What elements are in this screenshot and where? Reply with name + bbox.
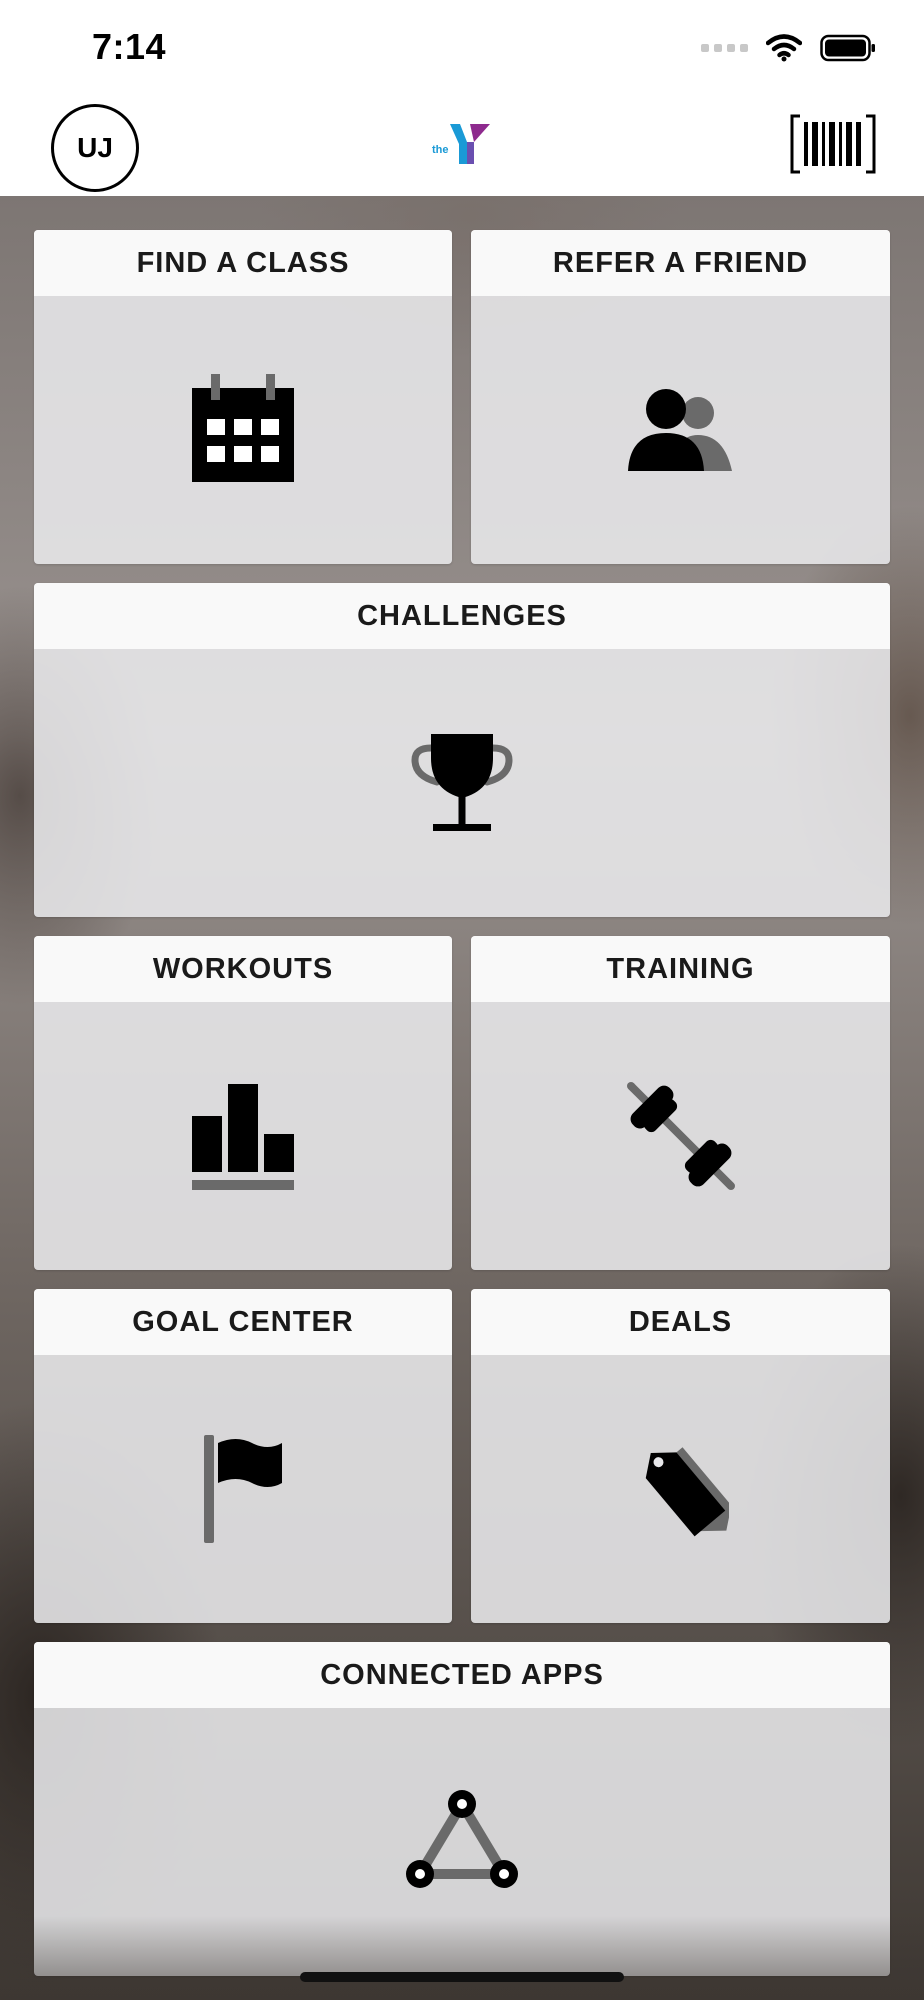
tile-title: FIND A CLASS bbox=[34, 230, 452, 296]
avatar[interactable]: UJ bbox=[51, 104, 139, 192]
deals-tile[interactable]: DEALS bbox=[471, 1289, 890, 1623]
status-time: 7:14 bbox=[92, 26, 167, 67]
status-icons bbox=[701, 34, 876, 62]
tile-title: REFER A FRIEND bbox=[471, 230, 890, 296]
calendar-icon bbox=[192, 374, 294, 482]
people-icon bbox=[627, 389, 732, 471]
status-bar: 7:14 bbox=[0, 0, 924, 100]
goal-center-tile[interactable]: GOAL CENTER bbox=[34, 1289, 452, 1623]
barcode-icon[interactable] bbox=[790, 112, 876, 176]
bar-chart-icon bbox=[192, 1084, 294, 1190]
wifi-icon bbox=[766, 34, 802, 62]
training-tile[interactable]: TRAINING bbox=[471, 936, 890, 1270]
tile-grid: FIND A CLASS REFER A FRIEND CHALLENGES W… bbox=[0, 196, 924, 2000]
cellular-signal-icon bbox=[701, 44, 748, 52]
tile-title: CONNECTED APPS bbox=[34, 1642, 890, 1708]
tile-title: WORKOUTS bbox=[34, 936, 452, 1002]
find-a-class-tile[interactable]: FIND A CLASS bbox=[34, 230, 452, 564]
app-header: UJ the bbox=[0, 100, 924, 196]
home-indicator[interactable] bbox=[300, 1972, 624, 1982]
challenges-tile[interactable]: CHALLENGES bbox=[34, 583, 890, 917]
refer-a-friend-tile[interactable]: REFER A FRIEND bbox=[471, 230, 890, 564]
flag-icon bbox=[204, 1435, 282, 1543]
tile-title: TRAINING bbox=[471, 936, 890, 1002]
trophy-icon bbox=[411, 734, 513, 831]
dumbbell-icon bbox=[626, 1082, 735, 1190]
tile-title: GOAL CENTER bbox=[34, 1289, 452, 1355]
tag-icon bbox=[645, 1447, 729, 1537]
bottom-fade bbox=[0, 1916, 924, 2000]
workouts-tile[interactable]: WORKOUTS bbox=[34, 936, 452, 1270]
ymca-logo: the bbox=[432, 124, 490, 164]
connected-nodes-icon bbox=[406, 1790, 518, 1888]
logo-text: the bbox=[432, 144, 449, 156]
tile-title: CHALLENGES bbox=[34, 583, 890, 649]
battery-icon bbox=[820, 34, 875, 62]
tile-title: DEALS bbox=[471, 1289, 890, 1355]
